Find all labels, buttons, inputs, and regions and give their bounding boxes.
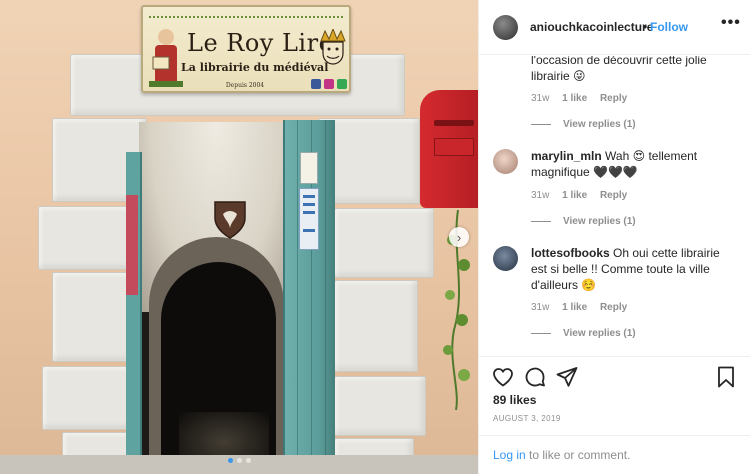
heart-icon[interactable] — [491, 365, 515, 389]
share-icon[interactable] — [555, 365, 579, 389]
post-author-username[interactable]: aniouchkacoinlecture — [530, 20, 653, 34]
comment-text: marylin_mln Wah 😍 tellement magnifique 🖤… — [531, 148, 731, 180]
heraldic-shield-icon — [214, 201, 246, 239]
comment-text: lottesofbooks Oh oui cette librairie est… — [531, 245, 731, 293]
comments-list: l'occasion de découvrir cette jolie libr… — [479, 56, 750, 356]
comment-likes[interactable]: 1 like — [562, 190, 587, 201]
comment-meta: 31w 1 like Reply — [531, 93, 637, 104]
shop-sign: Le Roy Lire La librairie du médiéval Dep… — [141, 5, 351, 93]
comment-meta: 31w 1 like Reply — [531, 302, 637, 313]
sign-title: Le Roy Lire — [187, 29, 334, 57]
door-notice — [300, 152, 318, 184]
post-photo[interactable]: Le Roy Lire La librairie du médiéval Dep… — [0, 0, 478, 474]
login-rest: to like or comment. — [525, 448, 631, 462]
facebook-icon — [311, 79, 321, 89]
frame-stone — [334, 376, 426, 436]
view-replies-label: View replies (1) — [563, 119, 636, 130]
frame-stone — [334, 208, 434, 278]
reply-button[interactable]: Reply — [600, 93, 627, 104]
reply-button[interactable]: Reply — [600, 302, 627, 313]
carousel-dot — [246, 458, 251, 463]
comment-age[interactable]: 31w — [531, 93, 549, 104]
next-photo-button[interactable]: › — [449, 227, 469, 247]
sign-since: Depuis 2004 — [225, 82, 265, 89]
tripadvisor-icon — [337, 79, 347, 89]
post-sidebar: aniouchkacoinlecture • Follow ••• l'occa… — [478, 0, 750, 474]
frame-stone — [42, 366, 138, 430]
carousel-dot — [237, 458, 242, 463]
sign-subtitle: La librairie du médiéval — [181, 61, 329, 74]
comment-username[interactable]: lottesofbooks — [531, 246, 610, 260]
view-replies-button[interactable]: View replies (1) — [531, 328, 636, 339]
comment-likes[interactable]: 1 like — [562, 93, 587, 104]
comment-username[interactable]: marylin_mln — [531, 149, 602, 163]
comment-likes[interactable]: 1 like — [562, 302, 587, 313]
carousel-dot — [228, 458, 233, 463]
likes-count[interactable]: 89 likes — [493, 393, 536, 407]
header-separator: • — [643, 20, 648, 34]
frame-stone — [38, 206, 138, 270]
frame-stone — [334, 280, 418, 372]
avatar[interactable] — [493, 15, 518, 40]
post-date: AUGUST 3, 2019 — [493, 414, 561, 423]
login-link[interactable]: Log in — [493, 448, 526, 462]
reply-button[interactable]: Reply — [600, 190, 627, 201]
chevron-right-icon: › — [456, 229, 462, 245]
view-replies-label: View replies (1) — [563, 216, 636, 227]
comment-age[interactable]: 31w — [531, 190, 549, 201]
door-poster-blue — [299, 188, 319, 250]
view-replies-button[interactable]: View replies (1) — [531, 216, 636, 227]
login-text: Log in to like or comment. — [493, 448, 630, 462]
post-header: aniouchkacoinlecture • Follow ••• — [479, 0, 750, 55]
avatar[interactable] — [493, 149, 518, 174]
post-actions: 89 likes AUGUST 3, 2019 Log in to like o… — [479, 356, 750, 474]
door-poster — [126, 195, 138, 295]
view-replies-label: View replies (1) — [563, 328, 636, 339]
comment-age[interactable]: 31w — [531, 302, 549, 313]
doorway — [139, 122, 294, 474]
more-options-icon[interactable]: ••• — [721, 14, 741, 32]
red-mailbox — [420, 90, 478, 208]
comment-meta: 31w 1 like Reply — [531, 190, 637, 201]
king-face-icon — [320, 29, 346, 65]
comment-icon[interactable] — [523, 365, 547, 389]
instagram-icon — [324, 79, 334, 89]
sign-vine-border — [149, 10, 343, 18]
monk-illustration — [149, 29, 183, 87]
login-prompt: Log in to like or comment. — [479, 435, 750, 474]
bookmark-icon[interactable] — [714, 365, 738, 389]
comment-text: l'occasion de découvrir cette jolie libr… — [531, 56, 707, 83]
follow-button[interactable]: Follow — [650, 20, 688, 34]
carousel-indicator — [228, 458, 251, 463]
view-replies-button[interactable]: View replies (1) — [531, 119, 636, 130]
avatar[interactable] — [493, 246, 518, 271]
